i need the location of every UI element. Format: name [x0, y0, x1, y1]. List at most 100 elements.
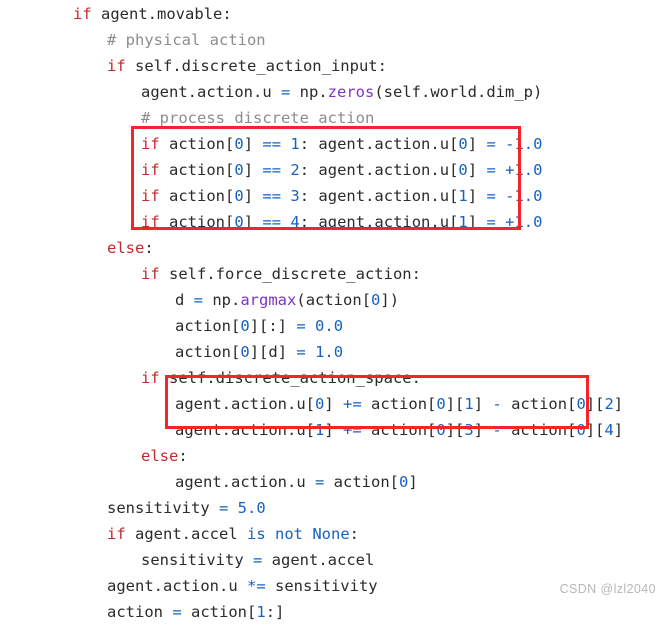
code-line-content: if action[0] == 4: agent.action.u[1] = +… [141, 209, 542, 235]
code-line-content: if action[0] == 2: agent.action.u[0] = +… [141, 157, 542, 183]
code-token-punct: ][:] [249, 317, 288, 335]
code-token-kw: else [141, 447, 179, 465]
code-token-op: == [262, 187, 282, 205]
code-token-op: = [280, 83, 291, 101]
code-token-kw: else [107, 239, 145, 257]
code-line: agent.action.u[1] += action[0][3] - acti… [0, 417, 668, 443]
code-line-content: agent.action.u[0] += action[0][1] - acti… [175, 391, 623, 417]
code-line-content: agent.action.u *= sensitivity [107, 573, 378, 599]
code-token-plain: np. [290, 83, 328, 101]
code-token-op: is not None [247, 525, 350, 543]
code-token-num: 0 [576, 395, 586, 413]
code-token-plain: agent.action.u [141, 83, 281, 101]
code-line: if self.discrete_action_input: [0, 53, 668, 79]
code-line: # physical action [0, 27, 668, 53]
code-token-plain: action [159, 213, 225, 231]
code-line: else: [0, 235, 668, 261]
code-token-op: *= [246, 577, 266, 595]
code-line-content: sensitivity = agent.accel [141, 547, 374, 573]
code-line: if action[0] == 2: agent.action.u[0] = +… [0, 157, 668, 183]
code-line-content: else: [141, 443, 188, 469]
code-line-content: agent.action.u[1] += action[0][3] - acti… [175, 417, 623, 443]
code-token-plain: self.discrete_action_input [125, 57, 378, 75]
code-token-punct: : [411, 265, 421, 283]
code-token-punct: ] [243, 187, 254, 205]
code-token-num: 4 [604, 421, 614, 439]
code-line-content: d = np.argmax(action[0]) [175, 287, 399, 313]
code-token-punct: ] [467, 213, 478, 231]
code-token-num: 1 [290, 135, 300, 153]
code-token-punct: : [377, 57, 387, 75]
code-token-plain: agent.action.u [107, 577, 247, 595]
csdn-watermark: CSDN @lzl2040 [559, 582, 656, 596]
code-token-num: 5.0 [237, 499, 266, 517]
code-token-op: = [296, 317, 306, 335]
code-token-plain: self.force_discrete_action [159, 265, 412, 283]
code-token-punct: ] [473, 421, 484, 439]
code-line-content: action[0][:] = 0.0 [175, 313, 343, 339]
code-token-punct: : [144, 239, 154, 257]
code-token-num: 0 [234, 135, 244, 153]
code-token-op: = [314, 473, 325, 491]
code-token-num: 0 [234, 213, 244, 231]
code-token-kw: if [141, 135, 160, 153]
code-line-content: if action[0] == 3: agent.action.u[1] = -… [141, 183, 542, 209]
code-token-punct: ][ [445, 395, 465, 413]
code-token-num: 0 [399, 473, 409, 491]
code-token-punct: :] [265, 603, 285, 621]
code-line-content: agent.action.u = np.zeros(self.world.dim… [141, 79, 542, 105]
code-line-content: action[0][d] = 1.0 [175, 339, 343, 365]
code-line-content: if agent.movable: [73, 1, 232, 27]
code-token-num: 0 [234, 161, 244, 179]
code-line-content: agent.action.u = action[0] [175, 469, 418, 495]
code-token-op: = [486, 161, 496, 179]
code-token-plain: action [361, 421, 428, 439]
code-token-op: - [492, 421, 502, 439]
code-token-num: 0 [576, 421, 586, 439]
code-snippet-canvas: if agent.movable: # physical action if sel… [0, 0, 668, 621]
code-token-kw: if [107, 57, 126, 75]
code-token-kw: if [141, 265, 160, 283]
code-token-plain: action [501, 421, 568, 439]
code-token-punct: : [349, 525, 359, 543]
code-token-num: 0 [436, 421, 446, 439]
code-token-num: 0 [458, 135, 468, 153]
code-token-punct: [ [305, 421, 315, 439]
code-token-num: -1.0 [505, 135, 543, 153]
code-token-punct: [ [231, 317, 241, 335]
code-token-punct: ] [243, 213, 254, 231]
code-token-num: +1.0 [505, 161, 543, 179]
code-token-num: 1 [256, 603, 266, 621]
code-token-punct: ( [296, 291, 306, 309]
code-token-punct: [ [225, 135, 235, 153]
code-token-punct: : [411, 369, 421, 387]
code-token-plain: agent.accel [125, 525, 247, 543]
code-token-num: 0 [234, 187, 244, 205]
code-token-punct: [ [225, 213, 235, 231]
code-token-kw: if [141, 369, 160, 387]
code-token-plain: action [501, 395, 568, 413]
code-token-plain: sensitivity [265, 577, 378, 595]
code-line: if agent.movable: [0, 1, 668, 27]
code-line: # process discrete action [0, 105, 668, 131]
code-line-content: if self.force_discrete_action: [141, 261, 421, 287]
code-token-kw: if [73, 5, 92, 23]
code-line: d = np.argmax(action[0]) [0, 287, 668, 313]
code-token-num: 0 [436, 395, 446, 413]
code-token-num: -1.0 [505, 187, 543, 205]
code-token-plain: agent.action.u [175, 421, 306, 439]
code-token-plain: agent.action.u [309, 187, 450, 205]
code-token-op: += [343, 421, 362, 439]
code-token-punct: ] [613, 421, 624, 439]
code-token-num: 1 [315, 421, 325, 439]
code-token-plain: action [324, 473, 390, 491]
code-token-punct: ]) [380, 291, 400, 309]
code-token-num: 2 [290, 161, 300, 179]
code-token-punct: ] [243, 135, 254, 153]
code-line: agent.action.u[0] += action[0][1] - acti… [0, 391, 668, 417]
